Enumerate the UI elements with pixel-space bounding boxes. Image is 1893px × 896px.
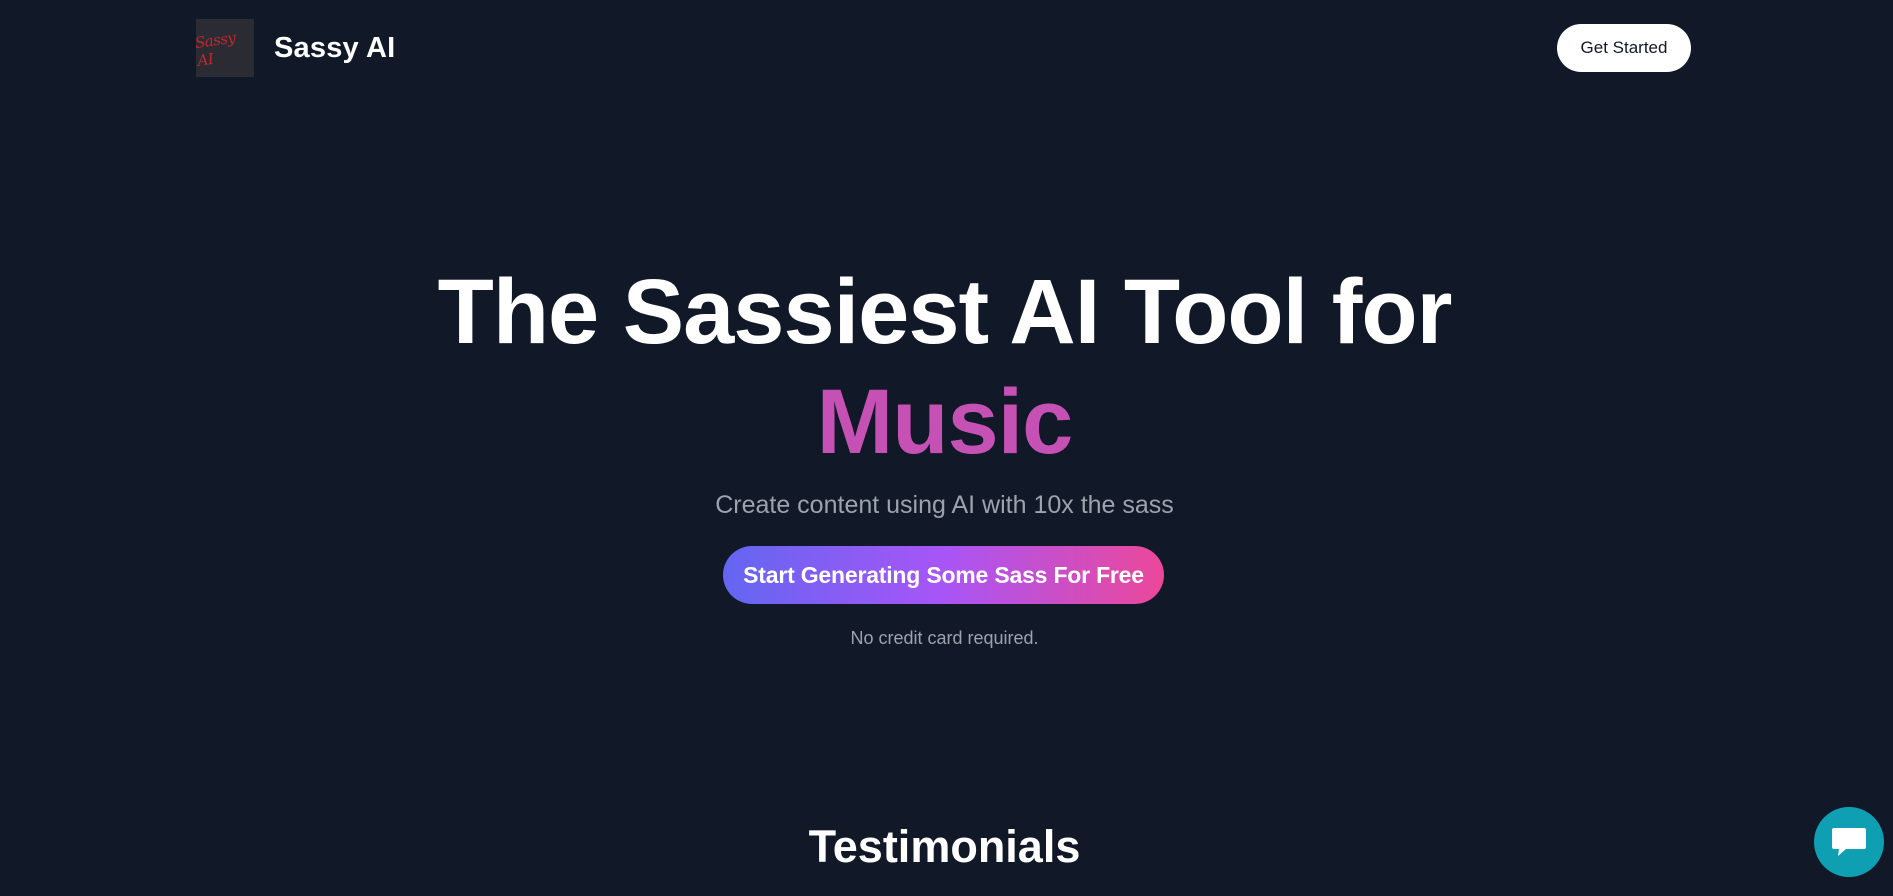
chat-widget-button[interactable] bbox=[1814, 807, 1884, 877]
hero-title-highlight: Music bbox=[816, 371, 1074, 473]
no-credit-card-note: No credit card required. bbox=[850, 628, 1039, 648]
start-generating-button[interactable]: Start Generating Some Sass For Free bbox=[723, 546, 1164, 604]
brand-name: Sassy AI bbox=[274, 31, 396, 64]
site-header: Sassy AI Sassy AI Get Started bbox=[0, 0, 1893, 96]
landing-page: Sassy AI Sassy AI Get Started The Sassie… bbox=[0, 0, 1893, 896]
logo: Sassy AI bbox=[196, 19, 254, 77]
testimonials-heading: Testimonials bbox=[808, 821, 1081, 872]
hero-subtitle: Create content using AI with 10x the sas… bbox=[715, 491, 1174, 519]
chat-bubble-icon bbox=[1830, 825, 1868, 859]
brand-link[interactable]: Sassy AI Sassy AI bbox=[196, 19, 395, 77]
get-started-button[interactable]: Get Started bbox=[1557, 24, 1691, 72]
hero-title: The Sassiest AI Tool for bbox=[437, 261, 1453, 363]
logo-signature: Sassy AI bbox=[196, 28, 237, 70]
